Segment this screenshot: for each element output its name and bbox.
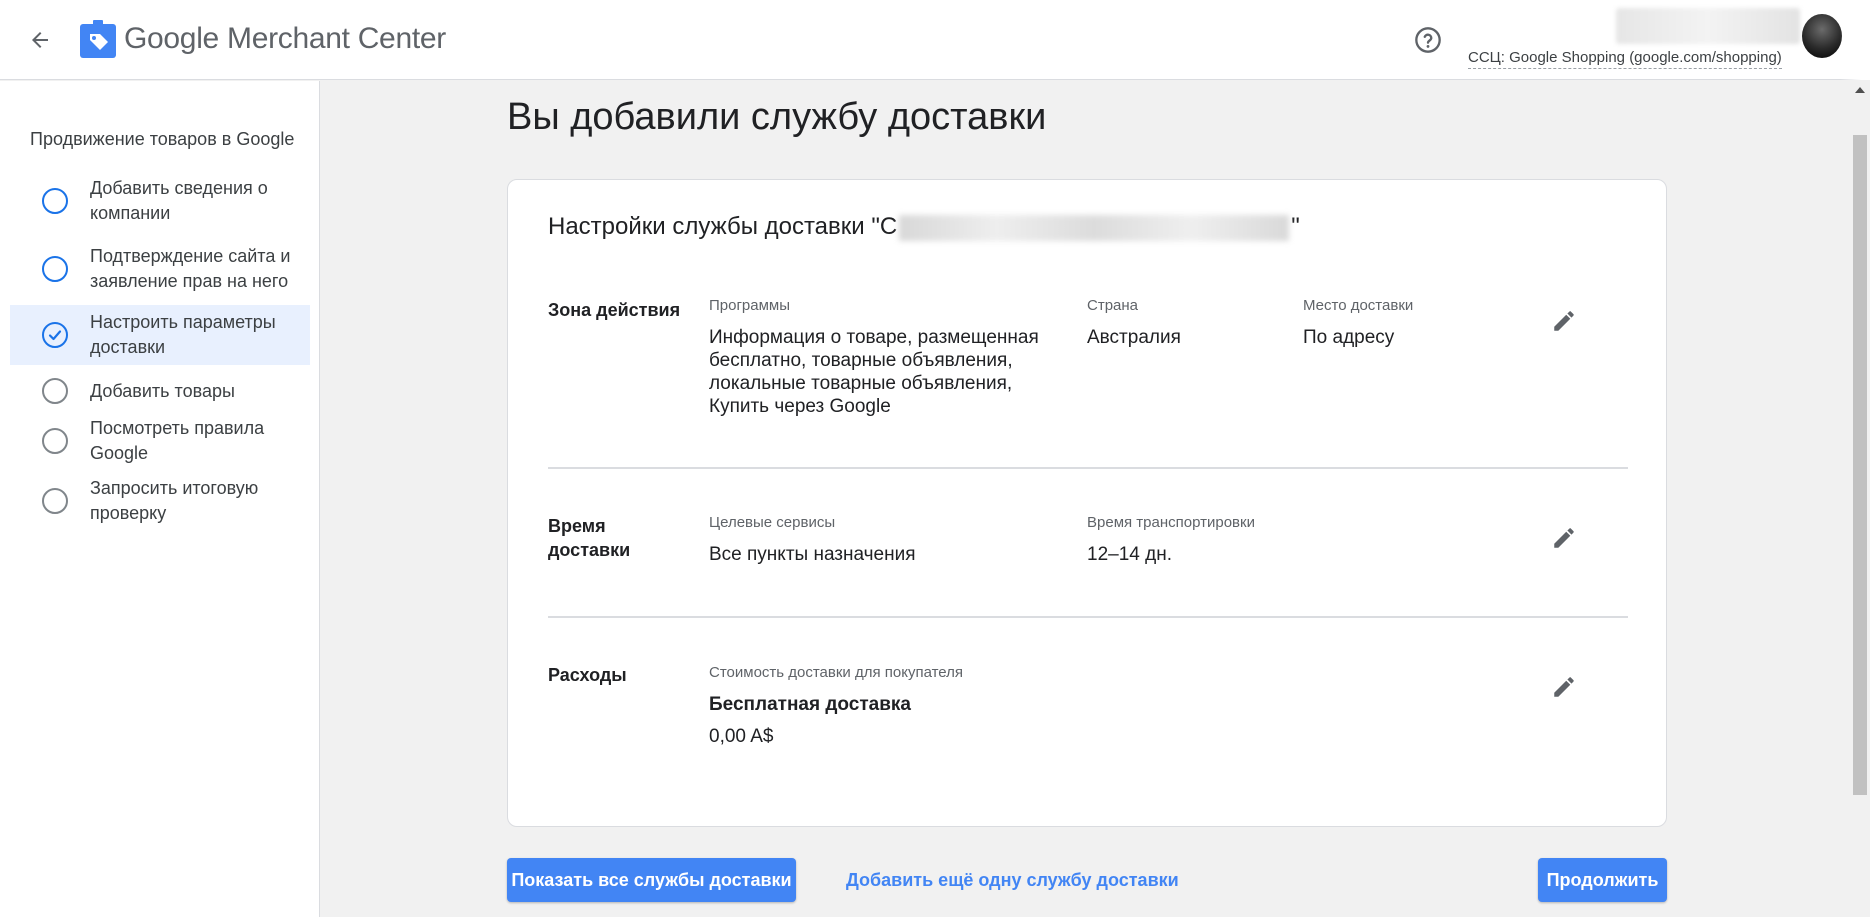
section-divider xyxy=(548,467,1628,469)
account-name-redacted xyxy=(1616,8,1800,44)
step-todo-icon xyxy=(42,378,68,404)
section-divider xyxy=(548,616,1628,618)
step-label: Добавить товары xyxy=(90,380,235,401)
step-shipping-settings[interactable]: Настроить параметры доставки xyxy=(10,305,310,365)
time-section-label: Время доставки xyxy=(548,516,631,560)
brand-google: Google xyxy=(124,22,219,55)
shipping-cost-value: 0,00 A$ xyxy=(709,726,774,747)
shipping-service-card: Настройки службы доставки "С " Зона дейст… xyxy=(507,179,1667,827)
back-button[interactable] xyxy=(24,24,56,56)
card-title-prefix: Настройки службы доставки "С xyxy=(548,213,898,240)
delivery-place-label: Место доставки xyxy=(1303,297,1414,314)
page-scrollbar[interactable] xyxy=(1850,81,1870,917)
edit-cost-button[interactable] xyxy=(1544,667,1584,707)
account-switcher-link[interactable]: ССЦ: Google Shopping (google.com/shoppin… xyxy=(1468,49,1782,69)
step-label: Добавить сведения о компании xyxy=(90,178,268,223)
cost-section-label: Расходы xyxy=(548,665,627,685)
step-verify-site[interactable]: Подтверждение сайта и заявление прав на … xyxy=(10,231,310,307)
step-todo-icon xyxy=(42,428,68,454)
edit-zone-button[interactable] xyxy=(1544,301,1584,341)
step-add-business-info[interactable]: Добавить сведения о компании xyxy=(10,175,310,227)
delivery-place-value: По адресу xyxy=(1303,327,1395,348)
help-button[interactable] xyxy=(1412,24,1444,56)
step-label: Запросить итоговую проверку xyxy=(90,478,259,523)
scroll-up-icon[interactable] xyxy=(1855,87,1865,93)
back-arrow-icon xyxy=(32,32,48,48)
add-another-service-link[interactable]: Добавить ещё одну службу доставки xyxy=(846,870,1179,891)
step-incomplete-icon xyxy=(42,188,68,214)
step-request-review[interactable]: Запросить итоговую проверку xyxy=(10,471,310,531)
top-app-bar: Google Merchant Center ССЦ: Google Shopp… xyxy=(0,0,1870,80)
zone-section-label: Зона действия xyxy=(548,300,681,320)
card-title: Настройки службы доставки "С " xyxy=(548,213,1300,241)
target-services-value: Все пункты назначения xyxy=(709,544,916,565)
scroll-thumb[interactable] xyxy=(1853,135,1867,795)
step-label: Посмотреть правила Google xyxy=(90,418,265,463)
programs-label: Программы xyxy=(709,297,791,314)
card-title-suffix: " xyxy=(1291,213,1300,240)
pencil-icon xyxy=(1554,677,1574,697)
shipping-cost-title: Бесплатная доставка xyxy=(709,694,911,715)
step-done-icon xyxy=(42,322,68,348)
step-todo-icon xyxy=(42,488,68,514)
transit-time-value: 12–14 дн. xyxy=(1087,544,1172,565)
continue-button[interactable]: Продолжить xyxy=(1538,858,1667,902)
country-value: Австралия xyxy=(1087,327,1181,348)
pencil-icon xyxy=(1554,528,1574,548)
step-label: Настроить параметры доставки xyxy=(90,312,276,357)
page-title: Вы добавили службу доставки xyxy=(507,96,1047,138)
programs-value: Информация о товаре, размещенная бесплат… xyxy=(709,327,1039,417)
step-incomplete-icon xyxy=(42,256,68,282)
service-name-redacted xyxy=(899,214,1290,241)
show-all-services-button[interactable]: Показать все службы доставки xyxy=(507,858,796,902)
transit-time-label: Время транспортировки xyxy=(1087,514,1255,531)
pencil-icon xyxy=(1554,311,1574,331)
edit-delivery-time-button[interactable] xyxy=(1544,518,1584,558)
step-add-products[interactable]: Добавить товары xyxy=(10,371,310,411)
step-label: Подтверждение сайта и заявление прав на … xyxy=(90,246,291,291)
step-review-policies[interactable]: Посмотреть правила Google xyxy=(10,411,310,471)
setup-sidebar: Продвижение товаров в Google Добавить св… xyxy=(0,81,320,917)
target-services-label: Целевые сервисы xyxy=(709,514,836,531)
product-name: Google Merchant Center xyxy=(124,22,446,56)
avatar[interactable] xyxy=(1802,14,1842,58)
brand-product: Merchant Center xyxy=(227,22,446,55)
check-icon xyxy=(48,330,62,341)
help-icon xyxy=(1415,27,1441,53)
shipping-cost-label: Стоимость доставки для покупателя xyxy=(709,664,964,681)
country-label: Страна xyxy=(1087,297,1139,314)
merchant-center-logo-icon xyxy=(80,20,116,58)
sidebar-title: Продвижение товаров в Google xyxy=(30,129,295,149)
